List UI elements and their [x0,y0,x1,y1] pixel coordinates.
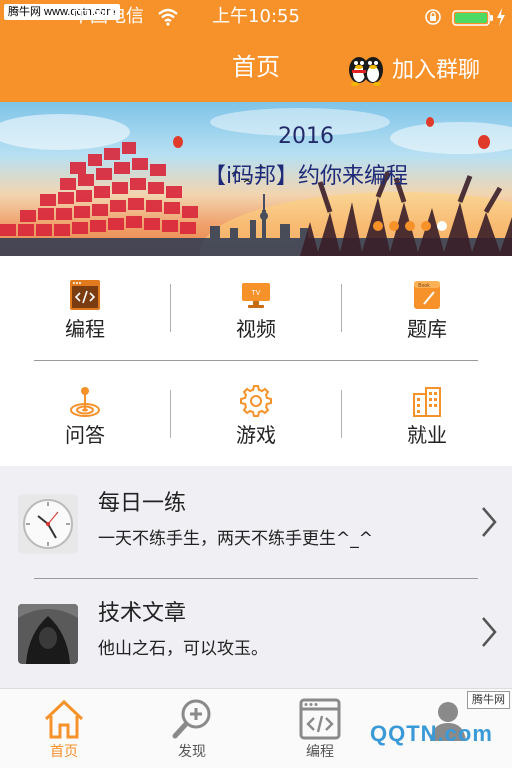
qq-penguin-icon [348,57,383,86]
battery-icon [452,10,493,26]
grid-item-label: 就业 [407,423,447,447]
rotation-lock-icon [425,9,441,25]
svg-text:Book: Book [418,283,430,289]
pager-dot-active[interactable] [437,221,447,231]
list-item-tech-articles[interactable]: 技术文章 他山之石，可以攻玉。 [0,578,512,688]
pager-dot[interactable] [373,221,383,231]
watermark-logo: QQTN.com [370,721,493,746]
banner-headline: 【i码邦】约你来编程 [203,164,409,189]
home-icon [44,699,84,739]
grid-item-video[interactable]: TV 视频 [171,278,341,356]
join-group-button[interactable]: 加入群聊 [346,48,480,88]
pager-dot[interactable] [405,221,415,231]
promo-banner[interactable]: 2016 【i码邦】约你来编程 [0,102,512,256]
gear-icon [240,385,272,417]
list-item-subtitle: 他山之石，可以攻玉。 [98,639,268,659]
charging-bolt-icon [497,8,505,26]
grid-item-label: 题库 [407,317,447,341]
tab-discover[interactable]: 发现 [142,689,242,768]
pager-dot[interactable] [389,221,399,231]
tab-coding[interactable]: 编程 [270,689,370,768]
grid-item-label: 游戏 [236,423,276,447]
list-item-subtitle: 一天不练手生，两天不练手更生^_^ [98,529,373,549]
tab-home[interactable]: 首页 [14,689,114,768]
watermark-badge: 腾牛网 [467,691,510,709]
content-list: 每日一练 一天不练手生，两天不练手更生^_^ 技术文章 他山之石，可以攻玉。 [0,466,512,688]
grid-item-question-bank[interactable]: Book 题库 [342,278,512,356]
building-icon [413,387,441,417]
list-item-title: 每日一练 [98,491,187,516]
discover-search-icon [172,699,211,739]
tab-label: 编程 [306,744,334,760]
grid-item-label: 编程 [65,317,105,341]
grid-item-label: 视频 [236,317,276,341]
book-icon: Book [414,281,440,309]
tab-label: 首页 [50,744,78,760]
hooded-person-thumbnail [18,604,78,664]
grid-item-label: 问答 [65,423,105,447]
chevron-right-icon [482,617,497,647]
grid-item-coding[interactable]: 编程 [0,278,170,356]
feature-grid: 编程 TV 视频 Book 题库 问答 游戏 就业 [0,256,512,466]
tv-icon: TV [242,283,270,308]
code-window-icon [299,698,341,740]
list-item-title: 技术文章 [98,601,187,626]
nav-bar: 首页 加入群聊 [0,34,512,102]
target-pin-icon [70,387,100,417]
grid-item-games[interactable]: 游戏 [171,384,341,462]
top-header: 腾牛网 www.qqtn.com 中国电信 上午10:55 首页 加入群聊 [0,0,512,102]
grid-item-qa[interactable]: 问答 [0,384,170,462]
join-group-label: 加入群聊 [391,58,480,83]
clock-thumbnail [18,494,78,554]
banner-year: 2016 [278,124,334,149]
tab-label: 发现 [178,744,206,760]
pager-dot[interactable] [421,221,431,231]
svg-text:TV: TV [252,290,261,297]
list-item-daily-practice[interactable]: 每日一练 一天不练手生，两天不练手更生^_^ [0,466,512,576]
tab-bar: 首页 发现 编程 QQTN.com 腾牛网 [0,688,512,768]
grid-item-jobs[interactable]: 就业 [342,384,512,462]
chevron-right-icon [482,507,497,537]
status-bar: 腾牛网 www.qqtn.com 中国电信 上午10:55 [0,0,512,34]
code-window-icon [70,280,100,310]
grid-row-divider [34,360,478,361]
